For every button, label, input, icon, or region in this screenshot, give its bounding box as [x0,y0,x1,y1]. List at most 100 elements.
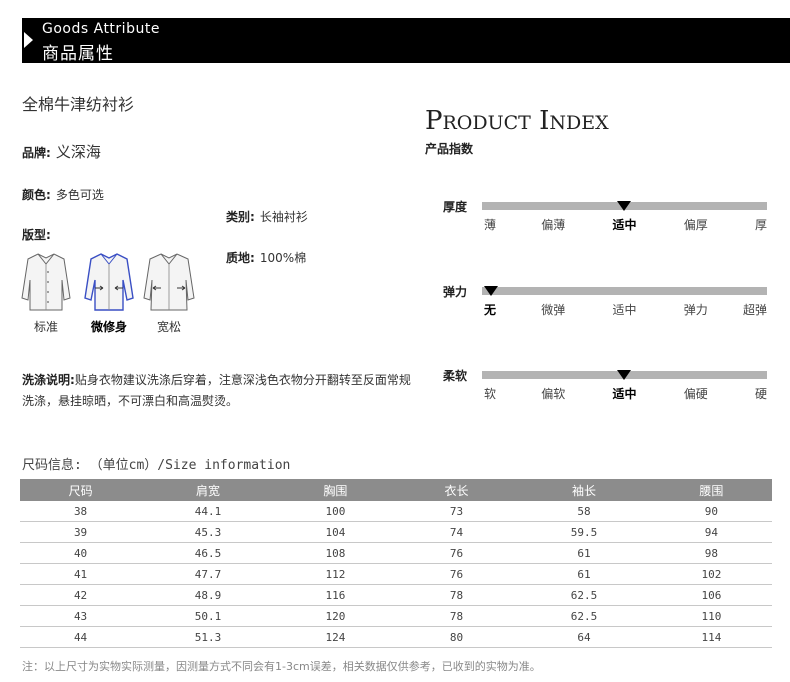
product-index-subtitle: 产品指数 [425,142,474,156]
table-cell: 74 [395,521,518,543]
size-table: 尺码 肩宽 胸围 衣长 袖长 腰围 38 44.1 100 73 58 90 39 45.3 104 74 5… [20,479,772,648]
scale-tick-label: 无 [484,303,497,317]
table-cell: 73 [395,501,518,522]
table-cell: 102 [650,563,772,585]
table-cell: 76 [395,563,518,585]
table-cell: 120 [274,605,396,627]
size-table-body: 38 44.1 100 73 58 90 39 45.3 104 74 59.5 94 40 46.5 10… [20,501,772,648]
table-cell: 40 [20,542,142,564]
category-row: 类别: 长袖衬衫 [226,206,308,225]
scale-label: 厚度 [443,200,468,214]
brand-row: 品牌: 义深海 [22,141,101,162]
table-cell: 50.1 [141,605,275,627]
table-cell: 39 [20,521,142,543]
table-cell: 45.3 [141,521,275,543]
color-row: 颜色: 多色可选 [22,184,104,203]
table-cell: 64 [517,626,651,648]
table-cell: 94 [650,521,772,543]
shirt-loose-icon [143,253,195,311]
header-arrow-icon [24,32,33,48]
material-value: 100%棉 [259,251,307,265]
table-cell: 112 [274,563,396,585]
table-row: 41 47.7 112 76 61 102 [20,563,772,585]
table-cell: 42 [20,584,142,606]
table-cell: 110 [650,605,772,627]
table-cell: 78 [395,584,518,606]
scale-tick-label: 偏硬 [683,387,708,401]
product-index-title: PRODUCT INDEX [425,106,609,136]
table-cell: 61 [517,542,651,564]
section-header: Goods Attribute 商品属性 [0,18,790,64]
table-row: 38 44.1 100 73 58 90 [20,501,772,522]
table-cell: 47.7 [141,563,275,585]
table-cell: 90 [650,501,772,522]
scale-tick-label: 微弹 [541,303,566,317]
size-column-header: 腰围 [650,479,772,501]
table-row: 39 45.3 104 74 59.5 94 [20,521,772,543]
scale-tick-label: 适中 [612,303,637,317]
size-column-header: 胸围 [274,479,396,501]
brand-label: 品牌: [22,146,51,160]
table-cell: 106 [650,584,772,606]
size-column-header: 衣长 [395,479,518,501]
scale-tick-label: 偏薄 [541,218,566,232]
scale-label: 弹力 [443,285,468,299]
table-cell: 76 [395,542,518,564]
scale-tick-label: 适中 [612,387,637,401]
table-cell: 41 [20,563,142,585]
scale-tick-label: 偏厚 [683,218,708,232]
table-cell: 104 [274,521,396,543]
table-cell: 61 [517,563,651,585]
product-name: 全棉牛津纺衬衫 [22,95,135,114]
care-label: 洗涤说明: [22,373,75,387]
table-cell: 100 [274,501,396,522]
scale-tick-label: 薄 [484,218,497,232]
table-cell: 51.3 [141,626,275,648]
scale-tick-label: 弹力 [683,303,708,317]
table-cell: 62.5 [517,584,651,606]
scale-marker-icon [616,201,631,211]
table-cell: 43 [20,605,142,627]
material-row: 质地: 100%棉 [226,247,306,266]
color-label: 颜色: [22,188,51,202]
scale-bar [482,287,767,295]
material-label: 质地: [226,251,255,265]
scale-tick-label: 超弹 [743,303,768,317]
header-title-en: Goods Attribute [42,21,160,37]
table-cell: 78 [395,605,518,627]
fit-standard-label: 标准 [33,320,58,334]
table-cell: 38 [20,501,142,522]
scale-tick-label: 偏软 [541,387,566,401]
table-row: 44 51.3 124 80 64 114 [20,626,772,648]
scale-tick-label: 适中 [612,218,637,232]
scale-tick-label: 厚 [755,218,768,232]
color-value: 多色可选 [55,188,104,202]
scale-marker-icon [616,370,631,380]
fit-label: 版型: [22,228,51,242]
shirt-slim-icon [84,253,134,311]
size-table-header: 尺码 肩宽 胸围 衣长 袖长 腰围 [20,479,772,501]
table-cell: 46.5 [141,542,275,564]
table-cell: 59.5 [517,521,651,543]
table-cell: 98 [650,542,772,564]
category-label: 类别: [226,210,255,224]
size-column-header: 尺码 [20,479,142,501]
size-column-header: 肩宽 [141,479,275,501]
table-cell: 44 [20,626,142,648]
table-cell: 62.5 [517,605,651,627]
scale-tick-label: 硬 [755,387,768,401]
table-cell: 114 [650,626,772,648]
scale-marker-icon [484,286,498,296]
scale-label: 柔软 [443,369,468,383]
care-instructions: 洗涤说明:贴身衣物建议洗涤后穿着，注意深浅色衣物分开翻转至反面常规洗涤，悬挂晾晒… [22,370,422,412]
scale-tick-label: 软 [484,387,497,401]
table-row: 40 46.5 108 76 61 98 [20,542,772,564]
table-cell: 108 [274,542,396,564]
table-cell: 124 [274,626,396,648]
table-cell: 116 [274,584,396,606]
category-value: 长袖衬衫 [259,210,308,224]
shirt-standard-icon [21,253,71,311]
fit-slim-label: 微修身 [90,320,127,334]
table-cell: 80 [395,626,518,648]
table-cell: 48.9 [141,584,275,606]
